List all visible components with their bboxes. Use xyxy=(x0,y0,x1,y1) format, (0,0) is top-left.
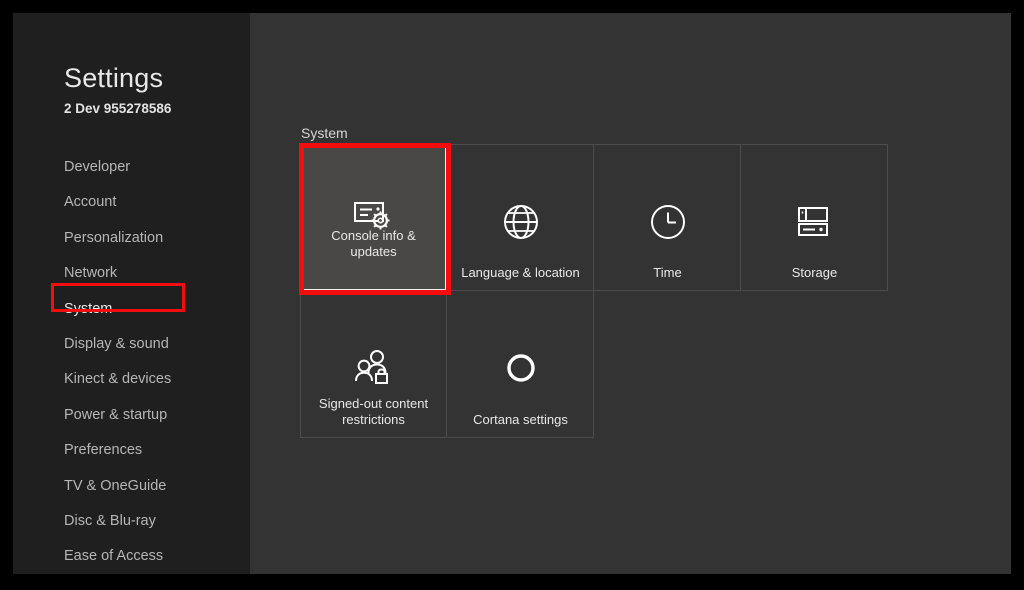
sidebar-item-label: Account xyxy=(64,194,117,211)
sidebar-item-label: Preferences xyxy=(64,442,143,459)
sidebar-item-ease-of-access[interactable]: Ease of Access xyxy=(13,539,250,574)
people-lock-icon xyxy=(301,348,446,388)
sidebar-item-preferences[interactable]: Preferences xyxy=(13,433,250,468)
tile-row: Console info & updates Language & locati… xyxy=(300,144,916,291)
sidebar-nav-list: Developer Account Personalization Networ… xyxy=(13,150,250,574)
sidebar-item-network[interactable]: Network xyxy=(13,256,250,291)
sidebar-item-label: Kinect & devices xyxy=(64,371,172,388)
sidebar-item-label: Developer xyxy=(64,159,131,175)
tile-label: Language & location xyxy=(461,265,580,280)
screenshot-frame: Settings 2 Dev 955278586 Developer Accou… xyxy=(0,0,1024,590)
tile-language-and-location[interactable]: Language & location xyxy=(447,144,594,291)
xbox-settings-screen: Settings 2 Dev 955278586 Developer Accou… xyxy=(13,13,1011,574)
tile-label: Storage xyxy=(791,265,838,280)
sidebar-item-label: Disc & Blu-ray xyxy=(64,512,156,529)
console-id-label: 2 Dev 955278586 xyxy=(64,101,172,116)
sidebar-item-disc-and-bluray[interactable]: Disc & Blu-ray xyxy=(13,504,250,539)
sidebar-item-developer[interactable]: Developer xyxy=(13,150,250,185)
storage-icon xyxy=(742,202,887,242)
tile-signed-out-content-restrictions[interactable]: Signed-out content restrictions xyxy=(300,291,447,438)
settings-tile-grid: Console info & updates Language & locati… xyxy=(300,144,916,438)
sidebar-item-account[interactable]: Account xyxy=(13,185,250,220)
tile-label: Time xyxy=(653,265,682,280)
tile-label: Cortana settings xyxy=(473,412,568,427)
sidebar-item-system[interactable]: System xyxy=(13,292,250,327)
sidebar-item-tv-and-oneguide[interactable]: TV & OneGuide xyxy=(13,469,250,504)
tile-time[interactable]: Time xyxy=(594,144,741,291)
tile-row: Signed-out content restrictions Cortana … xyxy=(300,291,916,438)
sidebar-item-display-and-sound[interactable]: Display & sound xyxy=(13,327,250,362)
content-panel: System Console info & updates Language &… xyxy=(250,13,1011,574)
page-title: Settings xyxy=(64,63,164,93)
globe-icon xyxy=(448,202,593,242)
section-heading: System xyxy=(301,125,348,141)
console-info-icon xyxy=(302,196,445,236)
sidebar-item-label: Personalization xyxy=(64,229,164,246)
sidebar-item-power-and-startup[interactable]: Power & startup xyxy=(13,398,250,433)
tile-label: Signed-out content restrictions xyxy=(318,396,429,427)
sidebar-item-label: TV & OneGuide xyxy=(64,477,167,494)
sidebar: Settings 2 Dev 955278586 Developer Accou… xyxy=(13,13,250,574)
sidebar-item-label: Display & sound xyxy=(64,335,169,352)
sidebar-item-label: Network xyxy=(64,265,118,282)
sidebar-item-label: Power & startup xyxy=(64,406,168,423)
cortana-ring-icon xyxy=(448,348,593,388)
tile-storage[interactable]: Storage xyxy=(741,144,888,291)
tile-console-info-and-updates[interactable]: Console info & updates xyxy=(300,144,447,291)
sidebar-item-label: System xyxy=(64,300,113,317)
sidebar-item-kinect-and-devices[interactable]: Kinect & devices xyxy=(13,362,250,397)
clock-icon xyxy=(595,202,740,242)
tile-cortana-settings[interactable]: Cortana settings xyxy=(447,291,594,438)
sidebar-item-personalization[interactable]: Personalization xyxy=(13,221,250,256)
sidebar-item-label: Ease of Access xyxy=(64,548,164,565)
